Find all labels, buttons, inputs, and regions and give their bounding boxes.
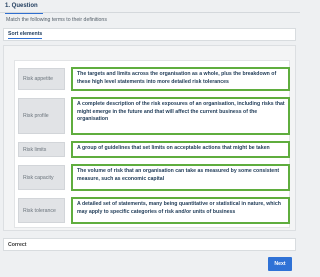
definition-risk-profile[interactable]: A complete description of the risk expos… [71, 97, 290, 135]
next-button[interactable]: Next [268, 257, 292, 271]
term-risk-capacity: Risk capacity [18, 165, 65, 190]
definition-risk-appetite[interactable]: The targets and limits across the organi… [71, 67, 290, 91]
question-instruction: Match the following terms to their defin… [6, 17, 107, 23]
feedback-bar: Correct [3, 238, 296, 251]
sort-elements-label: Sort elements [8, 31, 43, 39]
definition-risk-limits[interactable]: A group of guidelines that set limits on… [71, 141, 290, 158]
matching-area: Risk appetite The targets and limits acr… [14, 60, 290, 228]
term-risk-limits: Risk limits [18, 142, 65, 157]
term-risk-tolerance: Risk tolerance [18, 198, 65, 223]
sort-elements-bar: Sort elements [3, 28, 296, 41]
matching-panel: Risk appetite The targets and limits acr… [3, 45, 296, 231]
definition-risk-tolerance[interactable]: A detailed set of statements, many being… [71, 197, 290, 224]
definition-risk-capacity[interactable]: The volume of risk that an organisation … [71, 164, 290, 191]
term-risk-appetite: Risk appetite [18, 68, 65, 90]
header-divider [0, 12, 300, 13]
term-risk-profile: Risk profile [18, 98, 65, 134]
